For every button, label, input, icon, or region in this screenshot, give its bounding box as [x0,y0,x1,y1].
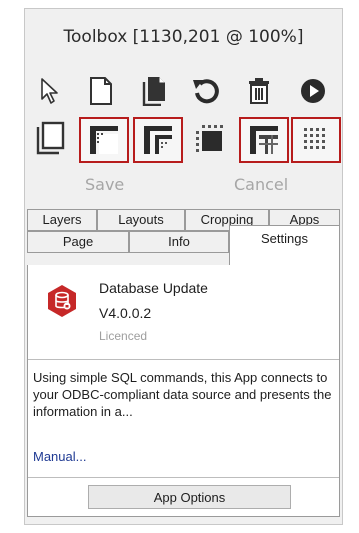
tab-page[interactable]: Page [27,231,129,253]
layout-dashed-icon[interactable] [189,117,231,163]
license-status: Licenced [99,329,148,343]
page-frame-icon[interactable] [31,117,71,159]
divider [28,359,339,360]
select-pointer-icon[interactable] [33,71,67,111]
tab-settings[interactable]: Settings [229,225,340,266]
cancel-button[interactable]: Cancel [234,175,288,194]
undo-icon[interactable] [188,71,224,111]
new-page-icon[interactable] [83,71,119,111]
layout-split-icon[interactable] [133,117,183,163]
layout-top-left-icon[interactable] [79,117,129,163]
delete-icon[interactable] [242,71,276,111]
app-name: Database Update [99,280,208,296]
app-description: Using simple SQL commands, this App conn… [33,370,332,419]
layout-grid-icon[interactable] [239,117,289,163]
divider [28,477,339,478]
manual-link[interactable]: Manual... [33,449,86,464]
app-options-button[interactable]: App Options [88,485,291,509]
play-icon[interactable] [295,71,331,111]
database-app-icon [45,284,79,318]
tab-layers[interactable]: Layers [27,209,97,231]
copy-page-icon[interactable] [137,71,173,111]
app-version: V4.0.0.2 [99,305,152,321]
save-button[interactable]: Save [85,175,124,194]
toolbox-title: Toolbox [1130,201 @ 100%] [63,27,304,47]
tab-info[interactable]: Info [129,231,229,253]
settings-panel: Database Update V4.0.0.2 Licenced Using … [27,265,340,517]
tab-layouts[interactable]: Layouts [97,209,185,231]
layout-dots-icon[interactable] [291,117,341,163]
toolbox-panel: Toolbox [1130,201 @ 100%] Save Cancel La… [24,8,343,525]
